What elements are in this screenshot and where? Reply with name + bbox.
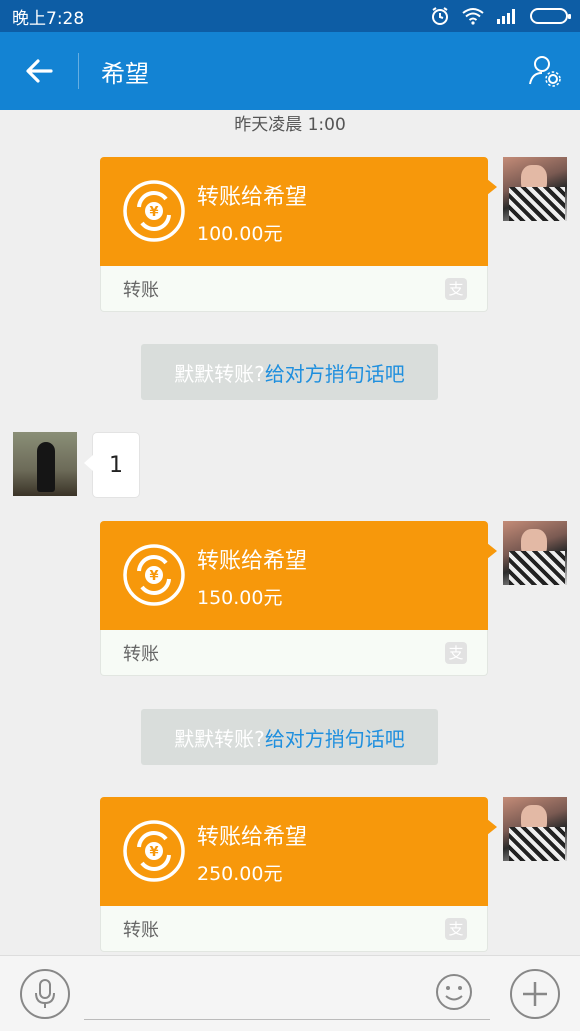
wifi-icon: [462, 8, 484, 25]
my-avatar[interactable]: [503, 797, 567, 861]
alipay-icon: 支: [445, 641, 467, 664]
status-icons: [430, 6, 571, 26]
add-message-link[interactable]: 给对方捎句话吧: [265, 358, 405, 387]
svg-text:¥: ¥: [149, 569, 158, 584]
transfer-card-body: ¥ 转账给希望 250.00元: [100, 797, 497, 906]
note-muted-text: 默默转账?: [174, 361, 265, 386]
incoming-message-bubble[interactable]: 1: [84, 432, 140, 498]
voice-input-button[interactable]: [20, 969, 70, 1019]
contact-settings-button[interactable]: [510, 32, 580, 110]
microphone-icon: [35, 979, 55, 1008]
transfer-note-prompt: 默默转账? 给对方捎句话吧: [141, 344, 438, 400]
back-button[interactable]: [0, 32, 78, 110]
svg-text:¥: ¥: [149, 845, 158, 860]
transfer-title: 转账给希望: [197, 549, 308, 574]
transfer-card-footer: 转账 支: [100, 266, 488, 312]
header-divider: [78, 53, 79, 89]
alipay-icon: 支: [445, 277, 467, 300]
transfer-card[interactable]: ¥ 转账给希望 250.00元 转账 支: [100, 797, 497, 952]
contact-avatar[interactable]: [13, 432, 77, 496]
transfer-label: 转账: [123, 919, 159, 941]
transfer-amount: 100.00元: [197, 223, 283, 245]
battery-icon: [530, 8, 571, 24]
transfer-note-prompt: 默默转账? 给对方捎句话吧: [141, 709, 438, 765]
note-muted-text: 默默转账?: [174, 726, 265, 751]
chat-title: 希望: [101, 59, 149, 88]
alipay-icon: 支: [445, 917, 467, 940]
svg-text:¥: ¥: [149, 205, 158, 220]
message-text: 1: [109, 452, 123, 478]
my-avatar[interactable]: [503, 521, 567, 585]
transfer-card[interactable]: ¥ 转账给希望 100.00元 转账 支: [100, 157, 497, 312]
transfer-card-body: ¥ 转账给希望 100.00元: [100, 157, 497, 266]
transfer-title: 转账给希望: [197, 825, 308, 850]
transfer-amount: 150.00元: [197, 587, 283, 609]
transfer-label: 转账: [123, 643, 159, 665]
transfer-label: 转账: [123, 279, 159, 301]
transfer-coin-icon: ¥: [123, 544, 185, 606]
signal-icon: [497, 9, 515, 24]
message-text-input[interactable]: [84, 974, 490, 1020]
transfer-card-body: ¥ 转账给希望 150.00元: [100, 521, 497, 630]
transfer-card-footer: 转账 支: [100, 906, 488, 952]
transfer-amount: 250.00元: [197, 863, 283, 885]
chat-header: 希望: [0, 32, 580, 110]
chat-area[interactable]: 昨天凌晨 1:00 ¥ 转账给希望 100.00元 转账 支 默默转账? 给对方…: [0, 110, 580, 955]
smiley-icon: [436, 974, 472, 1010]
transfer-coin-icon: ¥: [123, 180, 185, 242]
add-message-link[interactable]: 给对方捎句话吧: [265, 723, 405, 752]
back-arrow-icon: [26, 59, 53, 83]
emoji-button[interactable]: [434, 972, 474, 1012]
plus-icon: [523, 982, 547, 1006]
status-time: 晚上7:28: [12, 8, 85, 29]
my-avatar[interactable]: [503, 157, 567, 221]
transfer-title: 转账给希望: [197, 185, 308, 210]
status-bar: 晚上7:28: [0, 0, 580, 32]
person-settings-icon: [529, 56, 561, 87]
transfer-card[interactable]: ¥ 转账给希望 150.00元 转账 支: [100, 521, 497, 676]
message-input-bar: [0, 955, 580, 1031]
more-options-button[interactable]: [510, 969, 560, 1019]
alarm-icon: [432, 7, 448, 25]
transfer-coin-icon: ¥: [123, 820, 185, 882]
message-timestamp: 昨天凌晨 1:00: [234, 115, 346, 135]
transfer-card-footer: 转账 支: [100, 630, 488, 676]
